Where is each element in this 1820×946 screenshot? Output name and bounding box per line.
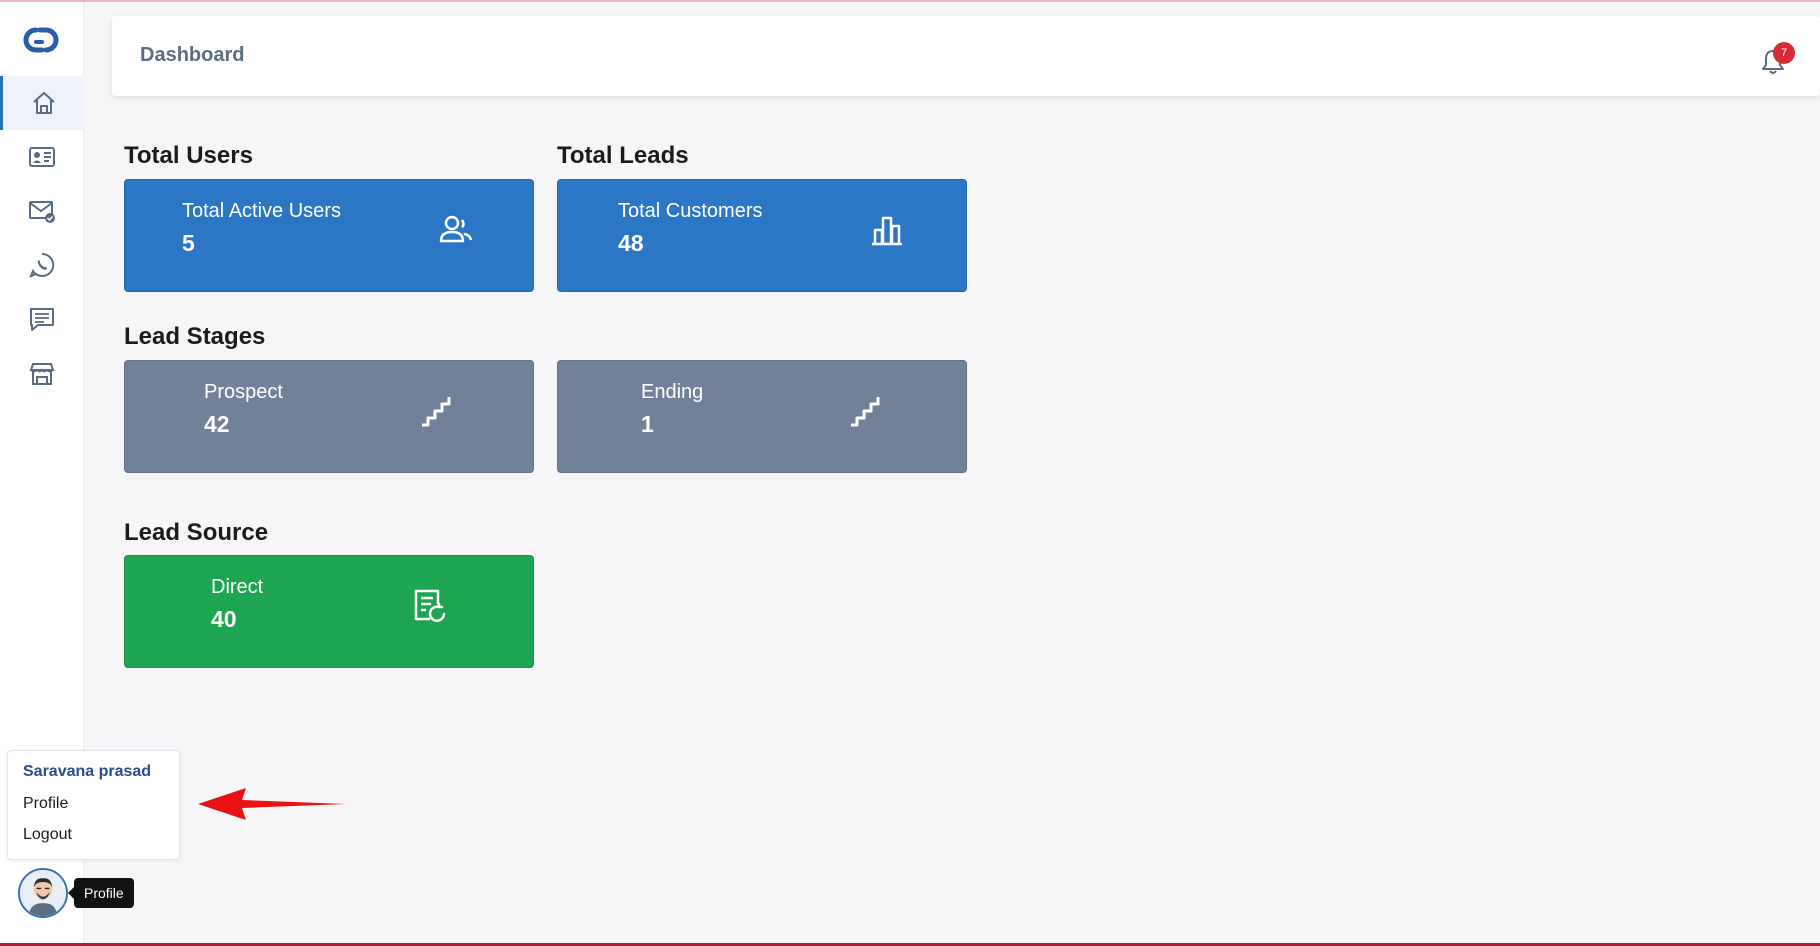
card-value: 1 (641, 411, 654, 437)
notification-button[interactable]: 7 (1760, 42, 1795, 76)
section-title-lead-stages: Lead Stages (124, 323, 266, 350)
card-label: Direct (211, 576, 264, 598)
card-total-customers[interactable]: Total Customers 48 (557, 179, 967, 292)
top-border (0, 0, 1820, 2)
sidebar-item-store[interactable] (0, 347, 84, 401)
page-header: Dashboard 7 (112, 16, 1820, 96)
card-label: Prospect (204, 381, 283, 403)
card-label: Total Active Users (182, 200, 341, 222)
profile-menu-item-profile[interactable]: Profile (23, 795, 68, 813)
home-icon (32, 92, 55, 114)
sidebar-item-whatsapp[interactable] (0, 238, 84, 292)
section-title-total-leads: Total Leads (557, 142, 689, 169)
contact-card-icon (29, 147, 55, 167)
profile-menu: Saravana prasad Profile Logout (7, 750, 180, 860)
section-title-total-users: Total Users (124, 142, 253, 169)
store-icon (29, 363, 55, 385)
document-refresh-icon (410, 586, 450, 626)
profile-menu-item-logout[interactable]: Logout (23, 826, 72, 844)
notification-badge: 7 (1773, 42, 1795, 64)
card-value: 5 (182, 230, 195, 256)
profile-user-name: Saravana prasad (23, 763, 152, 780)
sidebar-item-contacts[interactable] (0, 130, 84, 184)
whatsapp-icon (29, 252, 55, 278)
user-avatar-icon (20, 870, 66, 916)
card-direct[interactable]: Direct 40 (124, 555, 534, 668)
section-title-lead-source: Lead Source (124, 519, 269, 546)
stairs-icon (416, 391, 456, 431)
chat-icon (30, 308, 54, 331)
stairs-icon (845, 391, 885, 431)
app-logo[interactable] (14, 20, 68, 60)
mail-check-icon (29, 201, 55, 223)
card-label: Ending (641, 381, 704, 403)
avatar[interactable] (18, 868, 68, 918)
sidebar-item-home[interactable] (0, 76, 84, 130)
card-prospect[interactable]: Prospect 42 (124, 360, 534, 473)
red-arrow-annotation (198, 788, 346, 820)
card-value: 40 (211, 606, 237, 632)
bar-chart-icon (867, 210, 907, 250)
page-title: Dashboard (140, 44, 245, 66)
card-value: 42 (204, 411, 230, 437)
avatar-tooltip: Profile (68, 878, 134, 908)
card-value: 48 (618, 230, 644, 256)
sidebar-item-messages[interactable] (0, 292, 84, 346)
users-icon (436, 210, 476, 250)
card-ending[interactable]: Ending 1 (557, 360, 967, 473)
card-total-active-users[interactable]: Total Active Users 5 (124, 179, 534, 292)
card-label: Total Customers (618, 200, 763, 222)
sidebar-item-email[interactable] (0, 184, 84, 238)
